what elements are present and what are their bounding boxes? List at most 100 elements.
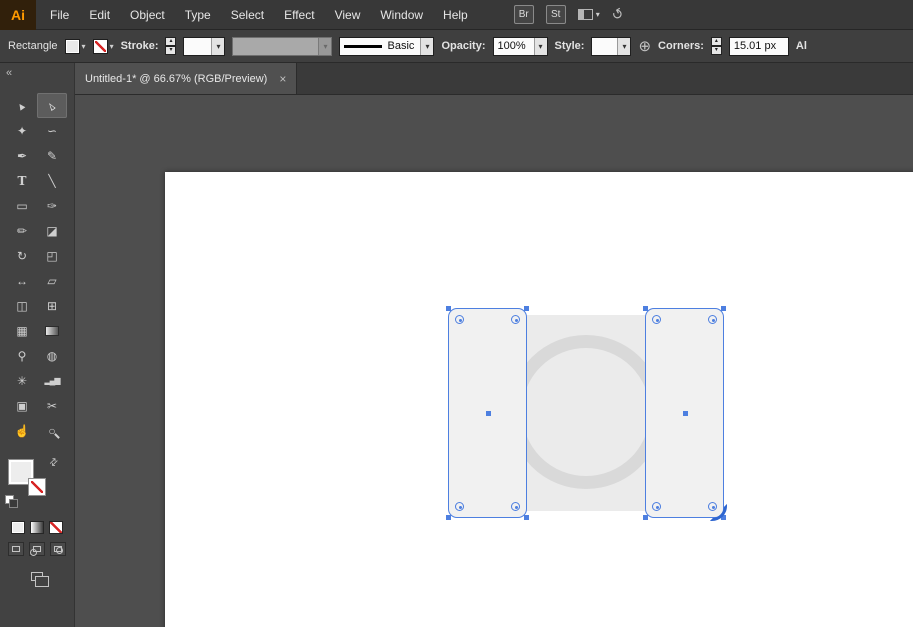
gradient-button[interactable]: [30, 521, 44, 534]
brush-definition-dropdown[interactable]: ▾: [232, 36, 333, 56]
rotate-tool[interactable]: ↻: [7, 243, 37, 268]
none-button[interactable]: [49, 521, 63, 534]
anchor-point[interactable]: [446, 306, 451, 311]
stock-button[interactable]: St: [545, 5, 566, 24]
eraser-tool[interactable]: ◪: [37, 218, 67, 243]
paintbrush-tool[interactable]: ✑: [37, 193, 67, 218]
opacity-field[interactable]: 100% ▾: [492, 36, 548, 56]
stroke-weight-stepper[interactable]: ▴ ▾: [165, 37, 177, 55]
globe-icon[interactable]: ⊕: [638, 37, 651, 55]
stroke-style-dropdown[interactable]: Basic ▾: [339, 36, 435, 56]
collapse-panel-icon[interactable]: «: [0, 63, 74, 83]
corner-widget[interactable]: [511, 502, 520, 511]
scale-tool[interactable]: ◰: [37, 243, 67, 268]
center-point[interactable]: [682, 411, 688, 416]
pen-tool[interactable]: ✒: [7, 143, 37, 168]
column-graph-tool[interactable]: ▂▄▆: [37, 368, 67, 393]
document-tab[interactable]: Untitled-1* @ 66.67% (RGB/Preview) ×: [75, 63, 298, 94]
corner-widget[interactable]: [455, 502, 464, 511]
menu-edit[interactable]: Edit: [79, 0, 120, 30]
menu-object[interactable]: Object: [120, 0, 175, 30]
symbol-sprayer-tool[interactable]: ✳: [7, 368, 37, 393]
corner-widget[interactable]: [652, 502, 661, 511]
width-tool[interactable]: ↔: [7, 268, 37, 293]
eyedropper-tool[interactable]: ⚲: [7, 343, 37, 368]
corners-stepper[interactable]: ▴ ▾: [710, 37, 722, 55]
menu-view[interactable]: View: [325, 0, 371, 30]
direct-selection-tool[interactable]: ▻: [37, 93, 67, 118]
step-up-icon[interactable]: ▴: [165, 37, 177, 46]
corner-widget[interactable]: [511, 315, 520, 324]
color-button[interactable]: [11, 521, 25, 534]
fill-color-dropdown[interactable]: ▾: [64, 38, 86, 54]
draw-normal-button[interactable]: [8, 542, 24, 556]
stroke-color-dropdown[interactable]: ▾: [92, 38, 114, 54]
corners-label[interactable]: Corners:: [658, 40, 704, 52]
rectangle-tool[interactable]: ▭: [7, 193, 37, 218]
step-down-icon[interactable]: ▾: [710, 46, 722, 55]
canvas[interactable]: [75, 95, 913, 627]
anchor-point[interactable]: [524, 306, 529, 311]
close-icon[interactable]: ×: [279, 72, 286, 86]
perspective-grid-tool[interactable]: ⊞: [37, 293, 67, 318]
screen-mode-button[interactable]: [26, 568, 49, 587]
corner-widget[interactable]: [652, 315, 661, 324]
rotate-icon: ↻: [16, 248, 28, 263]
hand-tool[interactable]: ☝: [7, 418, 37, 443]
clipped-align-label: Al: [795, 40, 807, 52]
artboard-tool[interactable]: ▣: [7, 393, 37, 418]
lasso-tool[interactable]: ∽: [37, 118, 67, 143]
sync-icon[interactable]: ↺: [608, 4, 627, 25]
selected-rectangle-left[interactable]: [446, 306, 529, 520]
swap-fill-stroke-icon[interactable]: ⇄: [47, 456, 61, 470]
blend-tool[interactable]: ◍: [37, 343, 67, 368]
free-transform-tool[interactable]: ▱: [37, 268, 67, 293]
selection-tool[interactable]: ►: [7, 93, 37, 118]
corner-widget[interactable]: [708, 315, 717, 324]
line-segment-tool[interactable]: ╲: [37, 168, 67, 193]
step-down-icon[interactable]: ▾: [165, 46, 177, 55]
center-point[interactable]: [485, 411, 491, 416]
corner-widget[interactable]: [455, 315, 464, 324]
gradient-tool[interactable]: [37, 318, 67, 343]
pencil-tool[interactable]: ✏: [7, 218, 37, 243]
draw-behind-button[interactable]: [29, 542, 45, 556]
blend-icon: ◍: [46, 348, 58, 363]
menu-effect[interactable]: Effect: [274, 0, 324, 30]
step-up-icon[interactable]: ▴: [710, 37, 722, 46]
corners-field[interactable]: 15.01 px: [728, 36, 789, 56]
anchor-point[interactable]: [524, 515, 529, 520]
fill-swatch-icon: [64, 38, 80, 54]
circle-ring-shape[interactable]: [509, 335, 663, 489]
workspace-switcher[interactable]: ▾: [577, 9, 600, 20]
selected-rectangle-right[interactable]: [643, 306, 727, 521]
menu-window[interactable]: Window: [370, 0, 433, 30]
stroke-swatch[interactable]: [28, 478, 46, 496]
menu-file[interactable]: File: [40, 0, 79, 30]
curvature-tool[interactable]: ✎: [37, 143, 67, 168]
draw-inside-icon: [54, 546, 63, 554]
anchor-point[interactable]: [643, 515, 648, 520]
zoom-tool[interactable]: ○: [37, 418, 67, 443]
type-tool[interactable]: T: [7, 168, 37, 193]
draw-inside-button[interactable]: [50, 542, 66, 556]
style-dropdown[interactable]: ▾: [591, 36, 632, 56]
anchor-point[interactable]: [446, 515, 451, 520]
default-fill-stroke-icon[interactable]: [5, 495, 18, 508]
tools-grid: ► ▻ ✦ ∽ ✒ ✎ T ╲ ▭ ✑ ✏ ◪ ↻ ◰ ↔ ▱ ◫ ⊞ ▦ ⚲ ◍ ✳ ▂▄▆ ▣ ✂ ☝ ○: [0, 93, 74, 443]
type-icon: T: [17, 173, 27, 188]
artboard[interactable]: [165, 172, 913, 627]
menu-type[interactable]: Type: [175, 0, 221, 30]
bridge-button[interactable]: Br: [513, 5, 534, 24]
menu-select[interactable]: Select: [221, 0, 274, 30]
screen-mode-icon: [31, 571, 49, 587]
magic-wand-tool[interactable]: ✦: [7, 118, 37, 143]
anchor-point[interactable]: [721, 306, 726, 311]
anchor-point[interactable]: [643, 306, 648, 311]
artboard-icon: ▣: [16, 398, 28, 413]
slice-tool[interactable]: ✂: [37, 393, 67, 418]
menu-help[interactable]: Help: [433, 0, 478, 30]
shape-builder-tool[interactable]: ◫: [7, 293, 37, 318]
stroke-weight-field[interactable]: ▾: [183, 36, 226, 56]
mesh-tool[interactable]: ▦: [7, 318, 37, 343]
